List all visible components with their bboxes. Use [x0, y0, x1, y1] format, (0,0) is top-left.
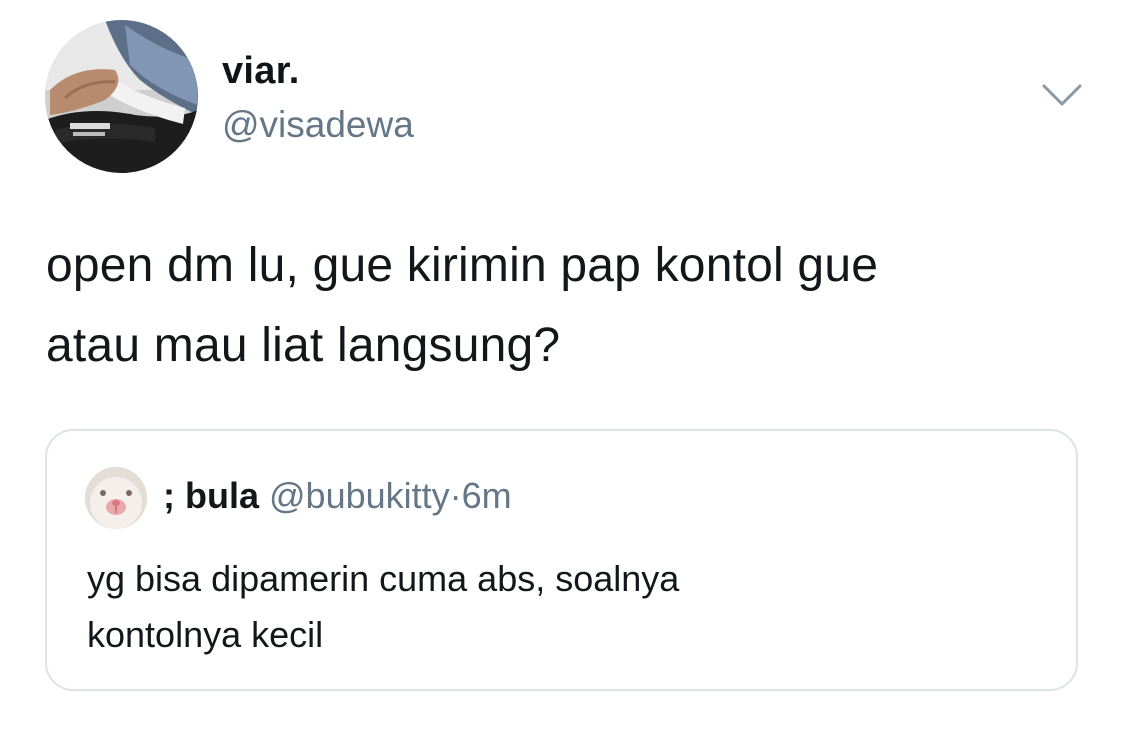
author-display-name[interactable]: viar. — [222, 50, 300, 93]
quoted-author-avatar — [85, 467, 147, 529]
quoted-author-display-name[interactable]: ; bula — [163, 475, 259, 516]
tweet-text: open dm lu, gue kirimin pap kontol gue a… — [46, 226, 1096, 386]
chevron-down-icon-graphic — [1042, 84, 1082, 106]
author-avatar[interactable] — [45, 20, 198, 173]
quoted-tweet-header: ; bula @bubukitty·6m — [163, 475, 512, 517]
quoted-tweet-text: yg bisa dipamerin cuma abs, soalnya kont… — [87, 551, 1047, 663]
cat-avatar-icon — [85, 467, 147, 529]
tweet: viar. @visadewa open dm lu, gue kirimin … — [0, 0, 1125, 749]
tweet-text-line: open dm lu, gue kirimin pap kontol gue — [46, 239, 879, 292]
author-handle[interactable]: @visadewa — [222, 104, 414, 146]
quoted-author-handle[interactable]: @bubukitty — [269, 475, 450, 516]
quoted-tweet-card[interactable]: ; bula @bubukitty·6m yg bisa dipamerin c… — [45, 429, 1078, 691]
chevron-down-icon[interactable] — [1040, 80, 1084, 110]
profile-photo-icon — [45, 20, 198, 173]
quoted-tweet-time[interactable]: 6m — [462, 475, 512, 516]
separator-dot: · — [449, 475, 462, 516]
quoted-tweet-text-line: kontolnya kecil — [87, 614, 324, 655]
quoted-tweet-text-line: yg bisa dipamerin cuma abs, soalnya — [87, 558, 680, 599]
tweet-text-line: atau mau liat langsung? — [46, 319, 561, 372]
